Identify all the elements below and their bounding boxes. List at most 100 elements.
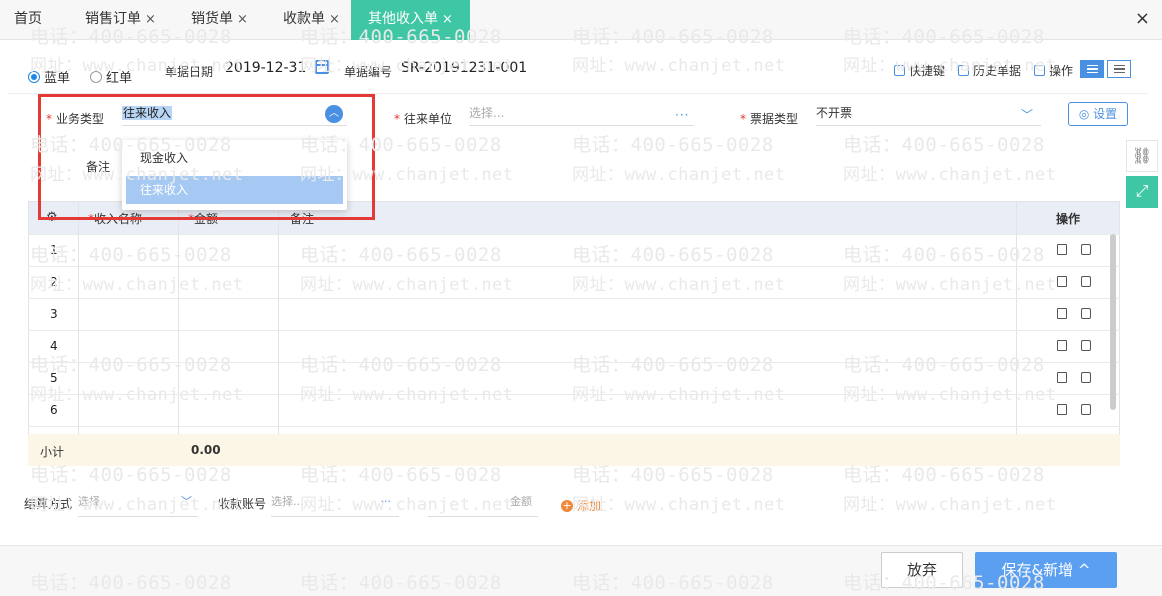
tool-label: 快捷键 bbox=[909, 64, 946, 78]
row-number: 2 bbox=[50, 275, 58, 289]
counterparty-input[interactable]: 选择... bbox=[469, 104, 694, 126]
placeholder-text: 选择... bbox=[271, 495, 304, 508]
account-input[interactable]: 选择... ··· bbox=[271, 489, 399, 517]
tab-other-income[interactable]: 其他收入单 × bbox=[351, 0, 470, 40]
placeholder-text: 金额 bbox=[510, 495, 532, 508]
placeholder-text: 选择... bbox=[78, 495, 111, 508]
tab-home[interactable]: 首页 bbox=[14, 0, 54, 40]
trash-icon[interactable] bbox=[1057, 276, 1067, 287]
tab-sales-delivery[interactable]: 销货单 × bbox=[191, 0, 257, 40]
add-settlement-link[interactable]: + 添加 bbox=[561, 497, 601, 514]
tab-receipt[interactable]: 收款单 × bbox=[283, 0, 349, 40]
copy-icon[interactable] bbox=[1081, 340, 1091, 351]
radio-blue-document[interactable]: 蓝单 bbox=[28, 67, 70, 86]
row-actions bbox=[1057, 372, 1105, 386]
copy-icon[interactable] bbox=[1081, 308, 1091, 319]
history-button[interactable]: 历史单据 bbox=[958, 62, 1021, 79]
invoice-type-select[interactable]: 不开票 bbox=[816, 104, 1041, 126]
save-and-new-button[interactable]: 保存&新增 ^ bbox=[975, 552, 1117, 588]
close-icon[interactable]: × bbox=[237, 12, 248, 27]
label-text: 票据类型 bbox=[750, 112, 799, 126]
card-view-toggle[interactable] bbox=[1107, 60, 1131, 78]
document-form: 蓝单 红单 单据日期 2019-12-31 单据编号 SR-20191231-0… bbox=[8, 44, 1148, 544]
tab-label: 首页 bbox=[14, 11, 42, 27]
grid-line bbox=[28, 394, 1120, 395]
row-number: 3 bbox=[50, 307, 58, 321]
copy-icon[interactable] bbox=[1081, 372, 1091, 383]
shortcut-button[interactable]: 快捷键 bbox=[894, 62, 945, 79]
tool-label: 历史单据 bbox=[973, 64, 1022, 78]
radio-label: 红单 bbox=[106, 71, 133, 86]
grid-line bbox=[28, 234, 1120, 235]
grid-line bbox=[28, 298, 1120, 299]
expand-icon[interactable]: ⤢ bbox=[1126, 176, 1158, 208]
subtotal-row: 小计 0.00 bbox=[28, 434, 1120, 466]
tab-label: 销货单 bbox=[191, 11, 233, 27]
close-icon[interactable]: × bbox=[442, 12, 453, 27]
close-icon[interactable]: × bbox=[145, 12, 156, 27]
highlight-box bbox=[38, 94, 375, 220]
gear-icon: ◎ bbox=[1078, 107, 1094, 121]
trash-icon[interactable] bbox=[1057, 372, 1067, 383]
copy-icon[interactable] bbox=[1081, 404, 1091, 415]
row-number: 5 bbox=[50, 371, 58, 385]
list-icon bbox=[1087, 65, 1098, 73]
tab-sales-order[interactable]: 销售订单 × bbox=[85, 0, 165, 40]
copy-icon[interactable] bbox=[1081, 244, 1091, 255]
grid-line bbox=[28, 426, 1120, 427]
counterparty-label: * 往来单位 bbox=[394, 110, 452, 127]
placeholder-text: 选择... bbox=[469, 106, 505, 120]
tab-bar: 首页 销售订单 × 销货单 × 收款单 × 其他收入单 × × bbox=[0, 0, 1162, 40]
radio-dot bbox=[28, 70, 40, 83]
more-icon[interactable]: ··· bbox=[381, 495, 392, 508]
cancel-button[interactable]: 放弃 bbox=[881, 552, 963, 588]
close-icon[interactable]: × bbox=[329, 12, 340, 27]
grid-line bbox=[28, 362, 1120, 363]
link-label: 添加 bbox=[577, 499, 602, 513]
document-number: SR-20191231-001 bbox=[401, 60, 528, 76]
row-number: 1 bbox=[50, 243, 58, 257]
account-label: 收款账号 bbox=[218, 497, 267, 511]
copy-icon[interactable] bbox=[1081, 276, 1091, 287]
row-actions bbox=[1057, 404, 1105, 418]
tool-label: 操作 bbox=[1049, 64, 1074, 78]
more-icon[interactable]: ··· bbox=[675, 108, 689, 122]
row-number: 4 bbox=[50, 339, 58, 353]
settings-button[interactable]: ◎ 设置 bbox=[1068, 102, 1128, 126]
tab-label: 销售订单 bbox=[85, 11, 141, 27]
number-label: 单据编号 bbox=[344, 65, 393, 79]
chevron-down-icon[interactable]: ﹀ bbox=[1021, 106, 1033, 123]
grid-scrollbar[interactable] bbox=[1110, 234, 1116, 410]
trash-icon[interactable] bbox=[1057, 340, 1067, 351]
selected-value: 不开票 bbox=[816, 106, 853, 120]
settlement-method-select[interactable]: 选择... ﹀ bbox=[78, 489, 198, 517]
date-field[interactable]: 2019-12-31 bbox=[225, 60, 306, 76]
history-icon bbox=[958, 65, 969, 76]
radio-label: 蓝单 bbox=[44, 71, 71, 86]
trash-icon[interactable] bbox=[1057, 404, 1067, 415]
button-label: 设置 bbox=[1093, 107, 1118, 121]
date-label: 单据日期 bbox=[165, 65, 214, 79]
settlement-method-label: 结算方式 bbox=[24, 497, 73, 511]
row-number: 6 bbox=[50, 403, 58, 417]
amount-input[interactable]: 金额 bbox=[428, 489, 538, 517]
window-close-icon[interactable]: × bbox=[1135, 8, 1150, 29]
operation-button[interactable]: 操作 bbox=[1034, 62, 1073, 79]
chevron-down-icon: ﹀ bbox=[181, 495, 192, 508]
label-text: 往来单位 bbox=[404, 112, 453, 126]
row-actions bbox=[1057, 276, 1105, 290]
row-actions bbox=[1057, 244, 1105, 258]
grid-line bbox=[28, 266, 1120, 267]
grid-icon bbox=[1034, 65, 1045, 76]
trash-icon[interactable] bbox=[1057, 308, 1067, 319]
list-view-toggle[interactable] bbox=[1080, 60, 1104, 78]
subtotal-label: 小计 bbox=[40, 445, 65, 459]
calendar-icon[interactable] bbox=[315, 60, 329, 74]
trash-icon[interactable] bbox=[1057, 244, 1067, 255]
radio-red-document[interactable]: 红单 bbox=[90, 67, 132, 86]
plus-icon: + bbox=[561, 498, 573, 512]
radio-dot bbox=[90, 70, 102, 83]
column-actions: 操作 bbox=[1056, 212, 1081, 226]
link-icon[interactable]: ⛓ bbox=[1126, 140, 1158, 172]
keyboard-icon bbox=[894, 65, 905, 76]
